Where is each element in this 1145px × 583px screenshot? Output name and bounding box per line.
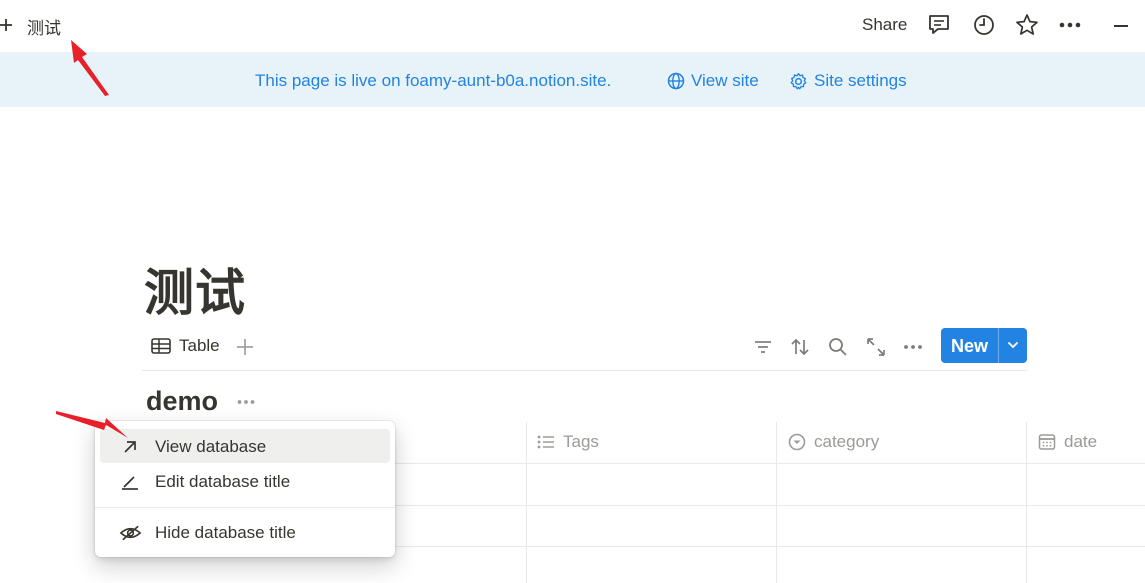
page-title[interactable]: 测试 bbox=[144, 253, 246, 325]
table-column-divider bbox=[526, 422, 527, 583]
site-settings-label: Site settings bbox=[814, 71, 907, 90]
gear-icon bbox=[790, 72, 807, 89]
column-label: date bbox=[1064, 432, 1098, 451]
chevron-down-icon[interactable] bbox=[1006, 338, 1020, 352]
column-header-date[interactable]: date bbox=[1038, 432, 1097, 452]
toolbar-divider bbox=[142, 370, 1027, 371]
menu-item-label: Hide database title bbox=[155, 523, 296, 542]
menu-item-label: Edit database title bbox=[155, 472, 291, 491]
list-icon bbox=[537, 435, 554, 449]
globe-icon bbox=[667, 72, 685, 90]
expand-icon[interactable] bbox=[865, 336, 887, 358]
publish-banner: This page is live on foamy-aunt-b0a.noti… bbox=[0, 52, 1145, 107]
more-icon[interactable] bbox=[1057, 12, 1083, 38]
database-context-menu: View database Edit database title Hide d… bbox=[95, 421, 395, 557]
table-column-divider bbox=[776, 422, 777, 583]
minimize-icon[interactable] bbox=[1114, 25, 1128, 27]
column-label: category bbox=[814, 432, 880, 451]
annotation-arrow-icon bbox=[56, 411, 128, 438]
sort-icon[interactable] bbox=[789, 336, 811, 358]
new-button[interactable]: New bbox=[941, 328, 1027, 363]
menu-item-label: View database bbox=[155, 437, 267, 456]
add-view-icon[interactable] bbox=[236, 338, 254, 356]
column-label: Tags bbox=[563, 432, 599, 451]
tab-label: Table bbox=[179, 336, 220, 355]
comment-icon[interactable] bbox=[926, 12, 952, 38]
menu-divider bbox=[95, 507, 395, 508]
star-icon[interactable] bbox=[1014, 12, 1040, 38]
table-column-divider bbox=[1026, 422, 1027, 583]
eye-off-icon bbox=[119, 525, 142, 541]
view-site-label: View site bbox=[691, 71, 759, 90]
menu-item-view-database[interactable]: View database bbox=[100, 429, 390, 463]
column-header-tags[interactable]: Tags bbox=[537, 432, 599, 452]
top-bar: 测试 Share bbox=[0, 0, 1145, 52]
more-icon[interactable] bbox=[902, 336, 924, 358]
history-icon[interactable] bbox=[971, 12, 997, 38]
annotation-arrow-icon bbox=[71, 40, 109, 96]
tab-table[interactable]: Table bbox=[151, 336, 220, 356]
plus-icon[interactable] bbox=[0, 13, 17, 37]
breadcrumb[interactable]: 测试 bbox=[27, 14, 61, 39]
filter-icon[interactable] bbox=[752, 336, 774, 358]
banner-text: This page is live on foamy-aunt-b0a.noti… bbox=[255, 71, 612, 90]
database-title[interactable]: demo bbox=[146, 386, 218, 417]
view-site-link[interactable]: View site bbox=[667, 71, 759, 91]
new-button-divider bbox=[998, 328, 999, 363]
select-icon bbox=[788, 433, 806, 451]
menu-item-edit-title[interactable]: Edit database title bbox=[100, 464, 390, 498]
share-button[interactable]: Share bbox=[862, 15, 907, 35]
calendar-icon bbox=[1038, 434, 1056, 450]
new-button-label: New bbox=[951, 336, 989, 356]
database-more-icon[interactable] bbox=[236, 392, 256, 412]
column-header-category[interactable]: category bbox=[788, 432, 879, 452]
edit-icon bbox=[122, 476, 138, 490]
site-settings-link[interactable]: Site settings bbox=[789, 71, 907, 91]
table-icon bbox=[151, 338, 171, 354]
search-icon[interactable] bbox=[827, 336, 849, 358]
menu-item-hide-title[interactable]: Hide database title bbox=[100, 515, 390, 549]
